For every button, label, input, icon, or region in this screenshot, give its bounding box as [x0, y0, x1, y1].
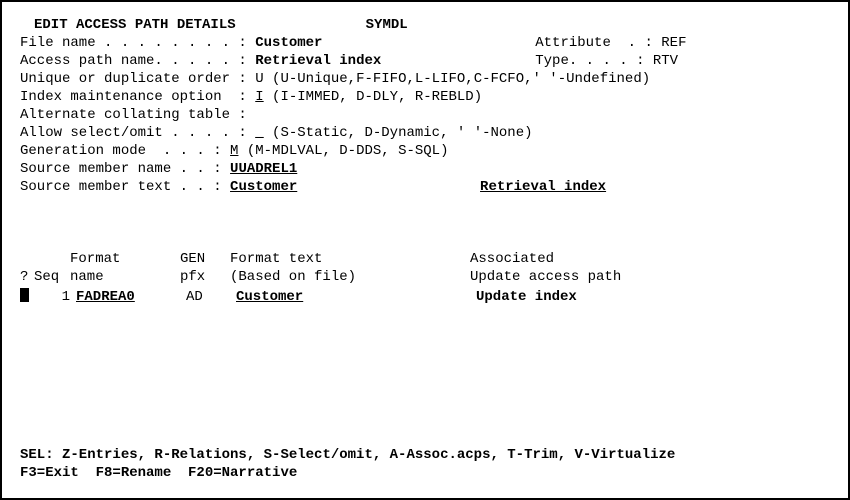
gen-mode-label: Generation mode . . . :: [20, 142, 230, 161]
hdr-fmttext: Format text: [230, 250, 470, 269]
row-fmttext[interactable]: Customer: [236, 288, 456, 307]
hdr-seq: Seq: [34, 268, 70, 287]
index-maint-label: Index maintenance option :: [20, 88, 255, 107]
screen-title: EDIT ACCESS PATH DETAILS: [34, 16, 236, 35]
table-row[interactable]: 1 FADREA0 AD Customer Update index: [20, 286, 830, 304]
unique-dup-value[interactable]: U: [255, 70, 263, 89]
src-text-label: Source member text . . :: [20, 178, 230, 197]
gen-mode-hint: (M-MDLVAL, D-DDS, S-SQL): [238, 142, 448, 161]
hdr-basedon: (Based on file): [230, 268, 470, 287]
sel-line: SEL: Z-Entries, R-Relations, S-Select/om…: [20, 446, 830, 464]
row-src-name: Source member name . . : UUADREL1: [20, 160, 830, 178]
row-file-name: File name . . . . . . . . : Customer Att…: [20, 34, 830, 52]
row-unique-dup: Unique or duplicate order : U (U-Unique,…: [20, 70, 830, 88]
cursor-icon: [20, 288, 29, 302]
access-path-value: Retrieval index: [255, 52, 475, 71]
src-text-value2[interactable]: Retrieval index: [480, 178, 730, 197]
hdr-q: ?: [20, 268, 34, 287]
src-name-label: Source member name . . :: [20, 160, 230, 179]
title-row: EDIT ACCESS PATH DETAILS SYMDL: [20, 16, 830, 34]
row-assoc: Update index: [476, 288, 577, 307]
access-path-label: Access path name. . . . . :: [20, 52, 255, 71]
row-src-text: Source member text . . : Customer Retrie…: [20, 178, 830, 196]
hdr-updpath: Update access path: [470, 268, 621, 287]
src-name-value[interactable]: UUADREL1: [230, 160, 340, 179]
table-header-2: ? Seq name pfx (Based on file) Update ac…: [20, 268, 830, 286]
type-label: Type. . . . :: [535, 52, 653, 71]
row-pfx: AD: [186, 288, 236, 307]
allow-select-hint: (S-Static, D-Dynamic, ' '-None): [264, 124, 533, 143]
hdr-format: Format: [70, 250, 180, 269]
unique-dup-label: Unique or duplicate order :: [20, 70, 255, 89]
footer: SEL: Z-Entries, R-Relations, S-Select/om…: [20, 446, 830, 482]
gen-mode-value[interactable]: M: [230, 142, 238, 161]
row-index-maint: Index maintenance option : I (I-IMMED, D…: [20, 88, 830, 106]
file-name-value: Customer: [255, 34, 475, 53]
row-fmttext-wrap: Customer: [236, 288, 456, 307]
unique-dup-hint: (U-Unique,F-FIFO,L-LIFO,C-FCFO,' '-Undef…: [264, 70, 650, 89]
attribute-value: REF: [661, 34, 686, 53]
hdr-name: name: [70, 268, 180, 287]
file-name-label: File name . . . . . . . . :: [20, 34, 255, 53]
hdr-gen: GEN: [180, 250, 230, 269]
allow-select-value[interactable]: _: [255, 124, 263, 143]
allow-select-label: Allow select/omit . . . . :: [20, 124, 255, 143]
alt-collate-label: Alternate collating table :: [20, 106, 247, 125]
row-allow-select: Allow select/omit . . . . : _ (S-Static,…: [20, 124, 830, 142]
terminal-screen: EDIT ACCESS PATH DETAILS SYMDL File name…: [0, 0, 850, 500]
hdr-assoc: Associated: [470, 250, 554, 269]
attribute-label: Attribute . :: [535, 34, 661, 53]
type-value: RTV: [653, 52, 678, 71]
row-seq: 1: [34, 288, 76, 307]
fkeys-line: F3=Exit F8=Rename F20=Narrative: [20, 464, 830, 482]
row-gen-mode: Generation mode . . . : M (M-MDLVAL, D-D…: [20, 142, 830, 160]
src-text-value1[interactable]: Customer: [230, 178, 458, 197]
row-alt-collate: Alternate collating table :: [20, 106, 830, 124]
row-format-name[interactable]: FADREA0: [76, 288, 166, 307]
index-maint-value[interactable]: I: [255, 88, 263, 107]
table-header-1: Format GEN Format text Associated: [20, 250, 830, 268]
row-access-path: Access path name. . . . . : Retrieval in…: [20, 52, 830, 70]
index-maint-hint: (I-IMMED, D-DLY, R-REBLD): [264, 88, 482, 107]
system-name: SYMDL: [366, 16, 408, 35]
hdr-pfx: pfx: [180, 268, 230, 287]
